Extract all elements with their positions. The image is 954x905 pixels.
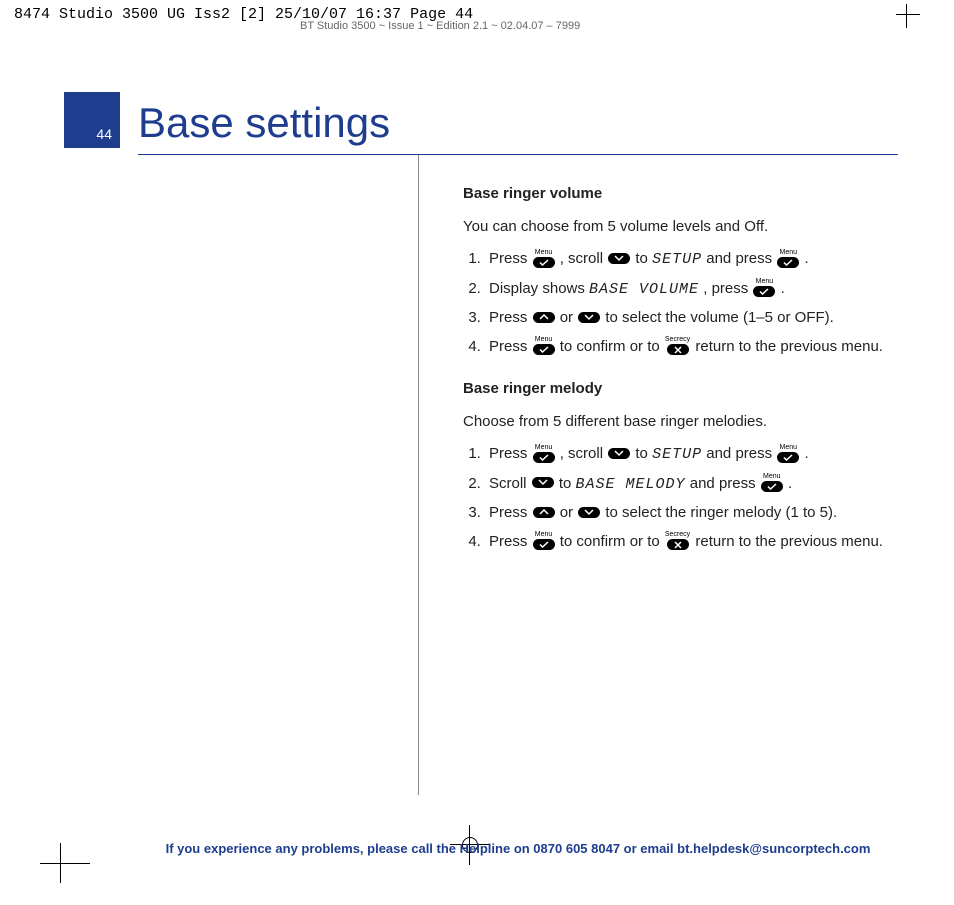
section2-steps: Press Menu , scroll to SETUP and press M… — [463, 443, 884, 553]
helpline-footer: If you experience any problems, please c… — [138, 841, 898, 856]
section1-step3: Press or to select the volume (1–5 or OF… — [485, 307, 884, 330]
section2-step1: Press Menu , scroll to SETUP and press M… — [485, 443, 884, 467]
section1-steps: Press Menu , scroll to SETUP and press M… — [463, 248, 884, 358]
section2-step3: Press or to select the ringer melody (1 … — [485, 502, 884, 525]
section1-step4: Press Menu to confirm or to Secrecy retu… — [485, 336, 884, 359]
secrecy-x-icon: Secrecy — [665, 531, 690, 550]
menu-check-icon: Menu — [533, 444, 555, 463]
print-slug-line-2: BT Studio 3500 ~ Issue 1 ~ Edition 2.1 ~… — [300, 20, 580, 32]
lcd-base-melody: BASE MELODY — [576, 476, 686, 493]
section1-title: Base ringer volume — [463, 183, 884, 206]
up-icon — [533, 312, 555, 323]
menu-check-icon: Menu — [777, 249, 799, 268]
menu-check-icon: Menu — [533, 249, 555, 268]
menu-check-icon: Menu — [533, 336, 555, 355]
secrecy-x-icon: Secrecy — [665, 336, 690, 355]
section1-intro: You can choose from 5 volume levels and … — [463, 216, 884, 239]
lcd-setup: SETUP — [652, 446, 702, 463]
up-icon — [533, 507, 555, 518]
lcd-base-volume: BASE VOLUME — [589, 281, 699, 298]
section2-step4: Press Menu to confirm or to Secrecy retu… — [485, 531, 884, 554]
page-title: Base settings — [138, 102, 390, 144]
section2-intro: Choose from 5 different base ringer melo… — [463, 411, 884, 434]
menu-check-icon: Menu — [777, 444, 799, 463]
menu-check-icon: Menu — [533, 531, 555, 550]
section1-step2: Display shows BASE VOLUME , press Menu . — [485, 278, 884, 302]
section2-title: Base ringer melody — [463, 378, 884, 401]
section2-step2: Scroll to BASE MELODY and press Menu . — [485, 473, 884, 497]
section1-step1: Press Menu , scroll to SETUP and press M… — [485, 248, 884, 272]
down-check-icon — [608, 448, 630, 459]
down-check-icon — [578, 507, 600, 518]
page-number-box: 44 — [64, 92, 120, 148]
menu-check-icon: Menu — [753, 278, 775, 297]
lcd-setup: SETUP — [652, 251, 702, 268]
down-check-icon — [578, 312, 600, 323]
menu-check-icon: Menu — [761, 473, 783, 492]
down-check-icon — [532, 477, 554, 488]
down-check-icon — [608, 253, 630, 264]
